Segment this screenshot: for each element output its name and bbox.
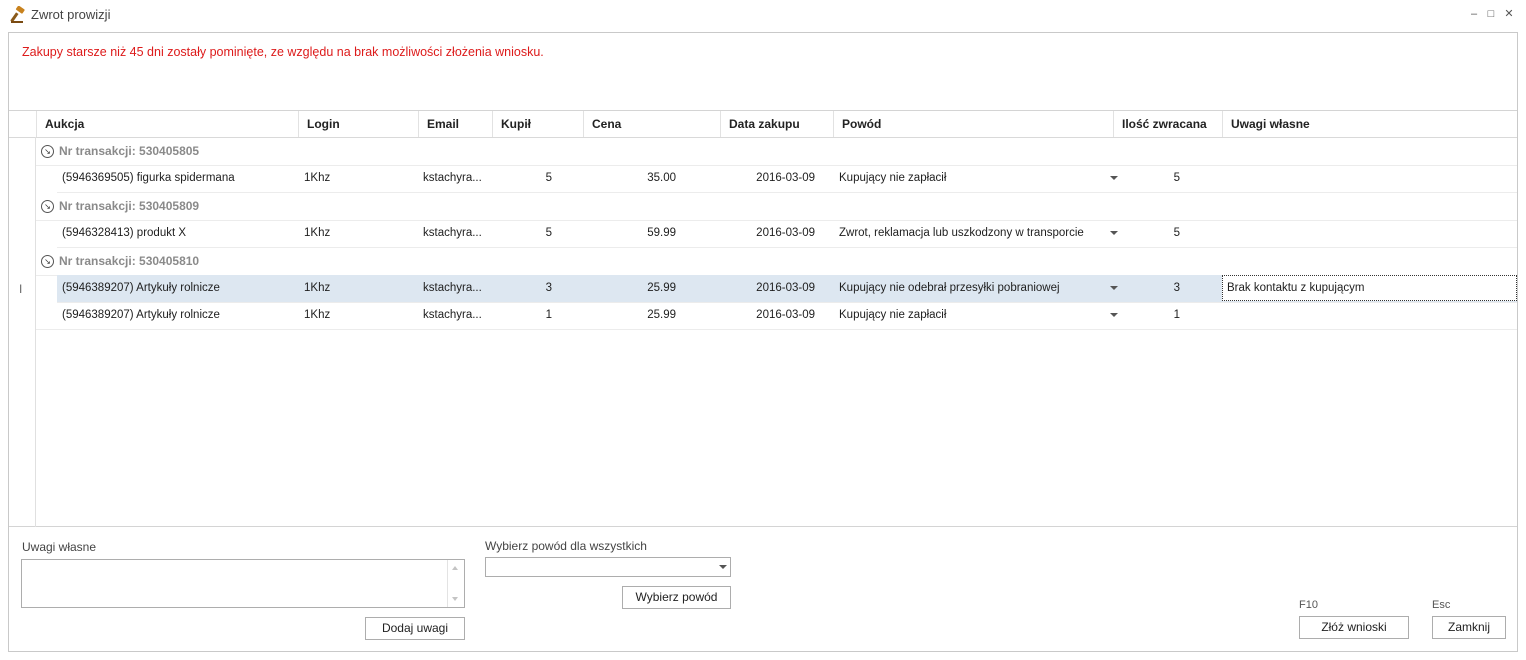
cell-aukcja: (5946369505) figurka spidermana: [62, 172, 235, 184]
cell-data-zakupu: 2016-03-09: [756, 172, 815, 184]
collapse-group-icon[interactable]: ↘: [41, 255, 54, 268]
title-bar: Zwrot prowizji – □ ✕: [0, 0, 1526, 30]
submit-requests-button[interactable]: Złóż wnioski: [1299, 616, 1409, 639]
close-shortcut-hint: Esc: [1432, 599, 1451, 611]
cell-login: 1Khz: [304, 227, 331, 239]
chevron-down-icon[interactable]: [719, 565, 727, 569]
close-button[interactable]: Zamknij: [1432, 616, 1506, 639]
cell-powod[interactable]: Kupujący nie zapłacił: [839, 302, 1099, 329]
group-row[interactable]: ↘ Nr transakcji: 530405809: [36, 193, 1517, 221]
group-row[interactable]: ↘ Nr transakcji: 530405805: [36, 138, 1517, 166]
table-row[interactable]: (5946369505) figurka spidermana 1Khz kst…: [57, 165, 1517, 193]
cell-ilosc-zwracana[interactable]: 1: [1137, 302, 1180, 329]
chevron-down-icon[interactable]: [1110, 176, 1118, 180]
cell-login: 1Khz: [304, 282, 331, 294]
column-header-kupil[interactable]: Kupił: [492, 111, 583, 137]
chevron-down-icon[interactable]: [1110, 286, 1118, 290]
gavel-icon: [10, 6, 25, 23]
warning-message: Zakupy starsze niż 45 dni zostały pomini…: [22, 45, 544, 59]
group-label: Nr transakcji: 530405805: [59, 144, 200, 158]
uwagi-label: Uwagi własne: [22, 540, 97, 554]
cell-cena: 35.00: [647, 172, 676, 184]
cell-login: 1Khz: [304, 309, 331, 321]
powod-all-label: Wybierz powód dla wszystkich: [485, 539, 647, 553]
uwagi-textarea[interactable]: [21, 559, 465, 608]
scroll-up-icon[interactable]: [452, 566, 458, 570]
table-row[interactable]: (5946389207) Artykuły rolnicze 1Khz ksta…: [36, 302, 1517, 330]
submit-shortcut-hint: F10: [1299, 599, 1318, 611]
window-title: Zwrot prowizji: [31, 7, 111, 22]
cell-data-zakupu: 2016-03-09: [756, 227, 815, 239]
column-header-cena[interactable]: Cena: [583, 111, 720, 137]
chevron-down-icon[interactable]: [1110, 313, 1118, 317]
cell-kupil: 1: [545, 309, 552, 321]
cell-kupil: 5: [545, 172, 552, 184]
cell-email: kstachyra...: [423, 282, 482, 294]
chevron-down-icon[interactable]: [1110, 231, 1118, 235]
powod-all-select[interactable]: [485, 557, 731, 577]
cell-kupil: 3: [545, 282, 552, 294]
column-header-ilosc-zwracana[interactable]: Ilość zwracana: [1113, 111, 1222, 137]
cell-powod[interactable]: Kupujący nie odebrał przesyłki pobraniow…: [839, 275, 1099, 302]
column-header-data-zakupu[interactable]: Data zakupu: [720, 111, 833, 137]
scroll-down-icon[interactable]: [452, 597, 458, 601]
cell-aukcja: (5946389207) Artykuły rolnicze: [62, 282, 220, 294]
column-header-aukcja[interactable]: Aukcja: [36, 111, 298, 137]
choose-reason-button[interactable]: Wybierz powód: [622, 586, 731, 609]
cell-cena: 25.99: [647, 282, 676, 294]
cell-uwagi[interactable]: [1227, 302, 1512, 329]
cell-aukcja: (5946389207) Artykuły rolnicze: [62, 309, 220, 321]
table-row[interactable]: (5946328413) produkt X 1Khz kstachyra...…: [57, 220, 1517, 248]
column-header-powod[interactable]: Powód: [833, 111, 1113, 137]
group-label: Nr transakcji: 530405810: [59, 254, 200, 268]
table-row-selected[interactable]: (5946389207) Artykuły rolnicze 1Khz ksta…: [57, 275, 1517, 303]
add-notes-button[interactable]: Dodaj uwagi: [365, 617, 465, 640]
cell-powod[interactable]: Zwrot, reklamacja lub uszkodzony w trans…: [839, 220, 1099, 247]
collapse-group-icon[interactable]: ↘: [41, 200, 54, 213]
cell-uwagi[interactable]: [1227, 165, 1512, 192]
group-label: Nr transakcji: 530405809: [59, 199, 200, 213]
cell-email: kstachyra...: [423, 172, 482, 184]
minimize-button[interactable]: –: [1467, 6, 1481, 22]
scrollbar[interactable]: [447, 560, 464, 607]
cell-ilosc-zwracana[interactable]: 3: [1137, 275, 1180, 302]
cell-email: kstachyra...: [423, 227, 482, 239]
cell-uwagi[interactable]: [1227, 220, 1512, 247]
cell-cena: 25.99: [647, 309, 676, 321]
cell-uwagi-editor[interactable]: Brak kontaktu z kupującym: [1222, 275, 1517, 301]
collapse-group-icon[interactable]: ↘: [41, 145, 54, 158]
cell-cena: 59.99: [647, 227, 676, 239]
cell-login: 1Khz: [304, 172, 331, 184]
row-indicator-column: [9, 137, 36, 527]
cell-email: kstachyra...: [423, 309, 482, 321]
grid-header: Aukcja Login Email Kupił Cena Data zakup…: [9, 111, 1517, 138]
cell-ilosc-zwracana[interactable]: 5: [1137, 220, 1180, 247]
group-row[interactable]: ↘ Nr transakcji: 530405810: [36, 248, 1517, 276]
cell-aukcja: (5946328413) produkt X: [62, 227, 187, 239]
cell-ilosc-zwracana[interactable]: 5: [1137, 165, 1180, 192]
column-header-login[interactable]: Login: [298, 111, 418, 137]
text-cursor-icon: I: [19, 282, 23, 296]
maximize-button[interactable]: □: [1484, 6, 1498, 22]
cell-data-zakupu: 2016-03-09: [756, 282, 815, 294]
close-window-button[interactable]: ✕: [1502, 6, 1516, 22]
cell-powod[interactable]: Kupujący nie zapłacił: [839, 165, 1099, 192]
cell-data-zakupu: 2016-03-09: [756, 309, 815, 321]
column-header-uwagi-wlasne[interactable]: Uwagi własne: [1222, 111, 1517, 137]
column-header-email[interactable]: Email: [418, 111, 492, 137]
transactions-grid: Aukcja Login Email Kupił Cena Data zakup…: [9, 110, 1517, 527]
cell-kupil: 5: [545, 227, 552, 239]
